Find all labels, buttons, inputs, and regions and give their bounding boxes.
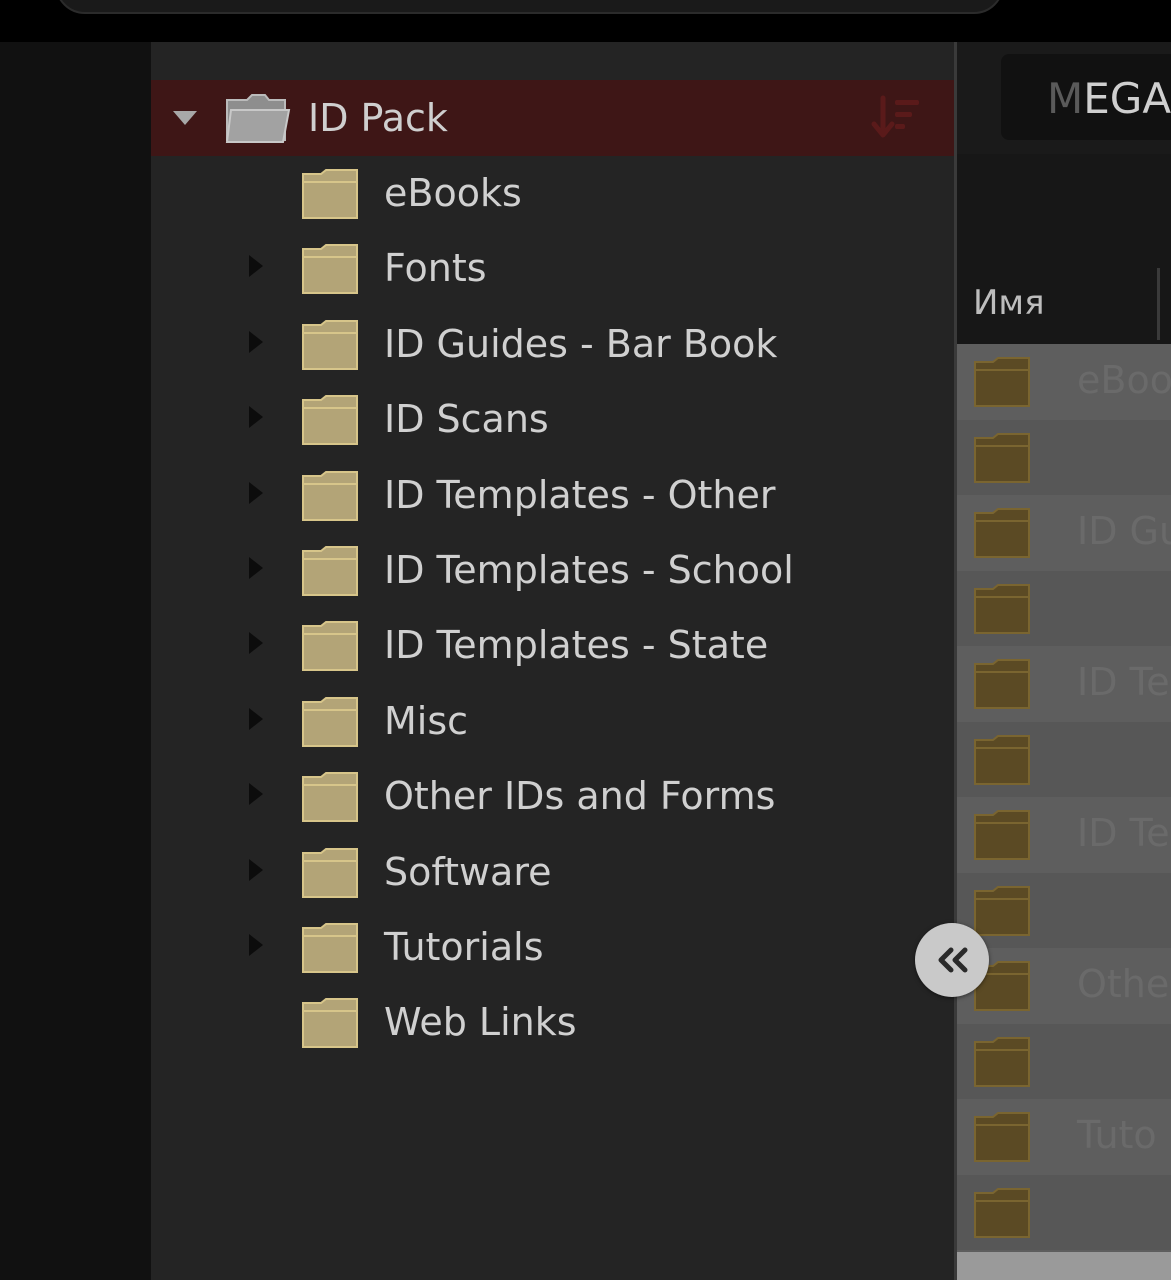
file-list-panel: MEGA Имя eBoo ID Gu ID Te ID Te Othe Tuto: [957, 42, 1171, 1280]
tree-item-label: ID Guides - Bar Book: [384, 321, 778, 366]
list-row-label: Othe: [1077, 962, 1170, 1006]
tree-item-label: Other IDs and Forms: [384, 774, 776, 819]
top-bar-pill: [55, 0, 1004, 14]
list-row[interactable]: [957, 419, 1171, 495]
folder-icon: [974, 583, 1030, 634]
tree-item[interactable]: ID Scans: [151, 382, 954, 457]
list-row[interactable]: [957, 1174, 1171, 1250]
left-gutter: [0, 42, 151, 1280]
expand-caret-icon[interactable]: [249, 934, 263, 956]
tree-item-label: Web Links: [384, 1000, 577, 1045]
tree-item[interactable]: eBooks: [151, 156, 954, 231]
search-field-text: MEGA: [1047, 74, 1171, 123]
list-row-label: Tuto: [1077, 1113, 1157, 1157]
list-row[interactable]: Tuto: [957, 1099, 1171, 1174]
sort-icon[interactable]: [869, 94, 923, 140]
column-header-name[interactable]: Имя: [973, 283, 1045, 323]
tree-item[interactable]: Misc: [151, 684, 954, 759]
list-row[interactable]: [957, 872, 1171, 948]
column-separator[interactable]: [1157, 268, 1160, 340]
tree-item-label: ID Templates - Other: [384, 472, 776, 517]
tree-root-row[interactable]: ID Pack: [151, 80, 954, 156]
tree-item-label: Software: [384, 849, 552, 894]
folder-icon: [974, 1187, 1030, 1238]
mega-file-browser: ID Pack eBooks Fonts ID Guides - Bar Book I…: [0, 0, 1171, 1280]
list-row[interactable]: eBoo: [957, 344, 1171, 419]
folder-icon: [302, 470, 358, 521]
list-row-label: eBoo: [1077, 358, 1171, 402]
folder-icon: [302, 169, 358, 219]
open-folder-icon: [225, 94, 291, 143]
folder-icon: [974, 734, 1030, 785]
list-row[interactable]: ID Gu: [957, 495, 1171, 570]
list-row[interactable]: [957, 1023, 1171, 1099]
tree-item[interactable]: Tutorials: [151, 910, 954, 985]
folder-icon: [302, 395, 358, 446]
tree-item-label: ID Scans: [384, 397, 549, 442]
tree-item[interactable]: ID Templates - School: [151, 533, 954, 608]
folder-icon: [974, 885, 1030, 936]
folder-icon: [302, 546, 358, 596]
expand-caret-icon[interactable]: [249, 783, 263, 806]
tree-item-label: ID Templates - School: [384, 548, 794, 592]
list-row[interactable]: ID Te: [957, 797, 1171, 872]
folder-icon: [302, 998, 358, 1049]
folder-icon: [974, 1112, 1030, 1162]
folder-icon: [974, 810, 1030, 860]
search-field[interactable]: MEGA: [1001, 54, 1171, 140]
tree-item[interactable]: ID Templates - State: [151, 608, 954, 683]
double-chevron-left-icon: [938, 947, 968, 973]
folder-icon: [302, 696, 358, 747]
folder-icon: [302, 319, 358, 370]
tree-item-label: Fonts: [384, 246, 487, 291]
expand-caret-icon[interactable]: [249, 406, 263, 429]
folder-icon: [302, 923, 358, 973]
folder-icon: [302, 772, 358, 823]
expand-caret-icon[interactable]: [249, 557, 263, 579]
tree-item-label: Tutorials: [384, 925, 544, 969]
expand-caret-icon[interactable]: [249, 858, 263, 881]
tree-item[interactable]: Fonts: [151, 231, 954, 306]
top-bar: [0, 0, 1171, 42]
folder-icon: [302, 847, 358, 898]
expand-caret-icon[interactable]: [249, 330, 263, 353]
list-row[interactable]: Othe: [957, 948, 1171, 1023]
search-text-main: EGA: [1083, 74, 1171, 123]
folder-icon: [974, 508, 1030, 558]
tree-item-label: eBooks: [384, 171, 522, 215]
tree-item[interactable]: Other IDs and Forms: [151, 759, 954, 834]
tree-root-label: ID Pack: [308, 96, 448, 140]
folder-icon: [302, 244, 358, 295]
list-row[interactable]: [957, 570, 1171, 646]
folder-icon: [302, 621, 358, 672]
expand-caret-icon[interactable]: [249, 255, 263, 278]
list-bottom-strip: [957, 1252, 1171, 1280]
tree-item[interactable]: ID Guides - Bar Book: [151, 307, 954, 382]
collapse-panel-button[interactable]: [915, 923, 989, 997]
tree-item[interactable]: Web Links: [151, 985, 954, 1060]
tree-item-label: ID Templates - State: [384, 623, 769, 668]
search-text-dim: M: [1047, 74, 1084, 123]
folder-icon: [974, 432, 1030, 483]
expand-caret-icon[interactable]: [249, 707, 263, 730]
list-row-label: ID Te: [1077, 660, 1170, 704]
tree-item-label: Misc: [384, 698, 469, 743]
tree-item[interactable]: ID Templates - Other: [151, 458, 954, 533]
folder-tree-panel: ID Pack eBooks Fonts ID Guides - Bar Book I…: [151, 42, 954, 1280]
list-row-label: ID Te: [1077, 811, 1170, 855]
folder-icon: [974, 357, 1030, 407]
file-list: eBoo ID Gu ID Te ID Te Othe Tuto: [957, 344, 1171, 1252]
list-row[interactable]: [957, 721, 1171, 797]
expand-caret-icon[interactable]: [249, 481, 263, 504]
collapse-caret-icon[interactable]: [173, 111, 197, 125]
list-row[interactable]: ID Te: [957, 646, 1171, 721]
folder-icon: [974, 659, 1030, 709]
folder-icon: [974, 1036, 1030, 1087]
list-row-label: ID Gu: [1077, 509, 1171, 553]
expand-caret-icon[interactable]: [249, 632, 263, 655]
tree-item[interactable]: Software: [151, 835, 954, 910]
